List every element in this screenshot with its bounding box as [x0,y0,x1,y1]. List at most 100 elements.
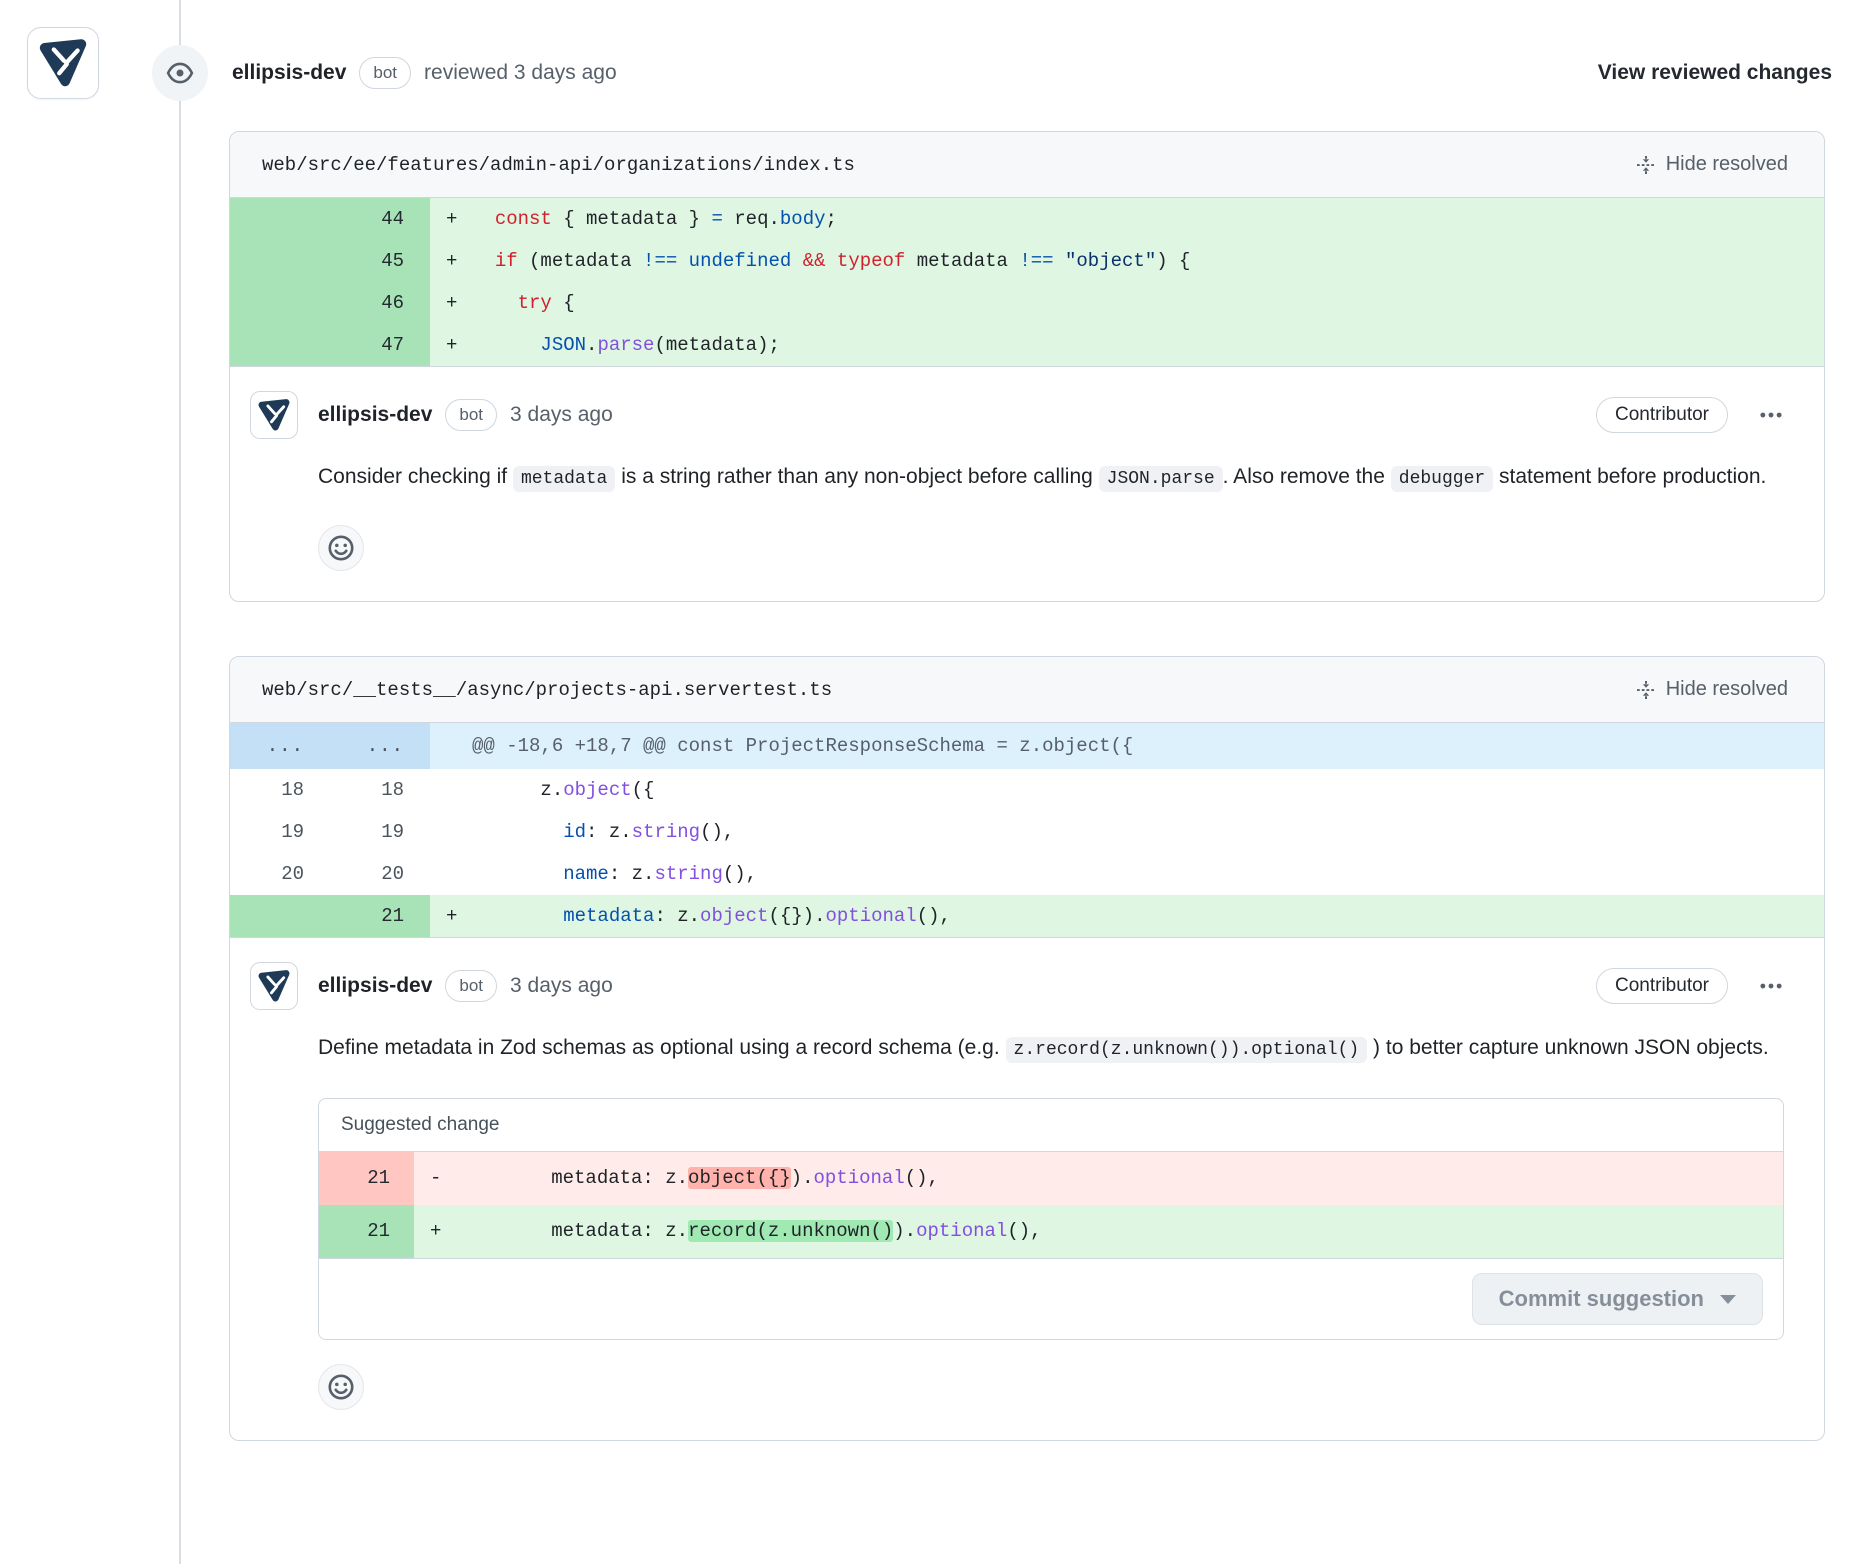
old-line-number: 18 [230,769,330,811]
diff-line: 45+ if (metadata !== undefined && typeof… [230,240,1824,282]
add-reaction-button[interactable] [318,1364,364,1410]
bot-badge: bot [445,970,497,1002]
suggested-change-diff: 21- metadata: z.object({}).optional(),21… [319,1152,1783,1258]
kebab-icon [1758,973,1784,999]
comment-header: ellipsis-dev bot 3 days ago Contributor [318,391,1784,439]
review-comment: ellipsis-dev bot 3 days ago Contributor … [230,367,1824,601]
code-token [472,863,563,885]
kebab-icon [1758,402,1784,428]
code-token: : z. [654,905,700,927]
comment-author-avatar[interactable] [250,391,298,439]
bot-badge: bot [359,57,411,89]
code-token: = [711,208,722,230]
code-token: metadata [905,250,1019,272]
comment-author-avatar[interactable] [250,962,298,1010]
inline-code: JSON.parse [1099,466,1223,492]
code-token [677,250,688,272]
code-line: metadata: z.object({}).optional(), [460,1152,1783,1205]
diff-view: ......@@ -18,6 +18,7 @@ const ProjectRes… [230,723,1824,938]
diff-line: ......@@ -18,6 +18,7 @@ const ProjectRes… [230,723,1824,769]
comment-timestamp[interactable]: 3 days ago [510,974,613,998]
inline-code: metadata [513,466,615,492]
add-reaction-button[interactable] [318,525,364,571]
code-token: undefined [689,250,792,272]
code-token: ) { [1156,250,1190,272]
diff-view: 44+ const { metadata } = req.body;45+ if… [230,198,1824,367]
reviewer-avatar[interactable] [27,27,99,99]
ellipsis-logo-icon [256,397,292,433]
old-line-number [230,198,330,240]
code-token: typeof [837,250,905,272]
code-token: (), [917,905,951,927]
inline-code: z.record(z.unknown()).optional() [1006,1037,1368,1063]
commit-suggestion-label: Commit suggestion [1499,1286,1704,1312]
file-header: web/src/ee/features/admin-api/organizati… [230,132,1824,198]
diff-line: 1919 id: z.string(), [230,811,1824,853]
code-token: (), [905,1167,939,1189]
fold-icon [1636,155,1656,175]
smiley-icon [327,534,355,562]
code-token: parse [597,334,654,356]
diff-sign: - [414,1152,460,1205]
view-reviewed-changes-link[interactable]: View reviewed changes [1598,61,1832,85]
suggested-change-block: Suggested change 21- metadata: z.object(… [318,1098,1784,1340]
caret-down-icon [1720,1295,1736,1304]
new-line-number: 19 [330,811,430,853]
comment-options-button[interactable] [1758,973,1784,999]
code-line: const { metadata } = req.body; [472,198,1824,240]
code-token: && [803,250,826,272]
hide-resolved-label: Hide resolved [1666,678,1788,701]
old-line-number [230,240,330,282]
inline-code: debugger [1391,466,1493,492]
diff-sign: + [430,240,472,282]
comment-body: Define metadata in Zod schemas as option… [318,1026,1784,1072]
code-line: z.object({ [472,769,1824,811]
code-token: string [632,821,700,843]
comment-main: ellipsis-dev bot 3 days ago Contributor … [318,391,1784,571]
old-line-number: 19 [230,811,330,853]
diff-sign [430,811,472,853]
code-token: object [700,905,768,927]
code-token: (), [700,821,734,843]
diff-line: 47+ JSON.parse(metadata); [230,324,1824,366]
code-token: metadata: z. [460,1220,688,1242]
fold-icon [1636,680,1656,700]
code-token: ({}). [768,905,825,927]
review-thread-card: web/src/ee/features/admin-api/organizati… [229,131,1825,602]
review-event-header: ellipsis-dev bot reviewed 3 days ago Vie… [232,45,1832,101]
new-line-number: ... [330,723,430,769]
code-token: optional [813,1167,904,1189]
code-token: optional [916,1220,1007,1242]
code-token: (), [1007,1220,1041,1242]
new-line-number: 46 [330,282,430,324]
ellipsis-logo-icon [256,968,292,1004]
code-token: object({} [688,1167,791,1189]
code-token: record(z.unknown() [688,1220,893,1242]
diff-sign: + [430,324,472,366]
comment-timestamp[interactable]: 3 days ago [510,403,613,427]
old-line-number: ... [230,723,330,769]
diff-line: 21+ metadata: z.object({}).optional(), [230,895,1824,937]
new-line-number: 45 [330,240,430,282]
commit-suggestion-button[interactable]: Commit suggestion [1472,1273,1763,1325]
file-path-link[interactable]: web/src/ee/features/admin-api/organizati… [262,154,855,176]
code-token: ; [826,208,837,230]
comment-author-name[interactable]: ellipsis-dev [318,974,432,998]
review-thread-card: web/src/__tests__/async/projects-api.ser… [229,656,1825,1441]
code-line: metadata: z.record(z.unknown()).optional… [460,1205,1783,1258]
code-token: { [552,292,575,314]
comment-options-button[interactable] [1758,402,1784,428]
reviewer-name[interactable]: ellipsis-dev [232,61,346,85]
hide-resolved-button[interactable]: Hide resolved [1636,678,1788,701]
bot-badge: bot [445,399,497,431]
file-path-link[interactable]: web/src/__tests__/async/projects-api.ser… [262,679,832,701]
diff-sign: + [414,1205,460,1258]
suggested-change-footer: Commit suggestion [319,1258,1783,1339]
comment-author-name[interactable]: ellipsis-dev [318,403,432,427]
review-action-text: reviewed 3 days ago [424,61,617,85]
hide-resolved-button[interactable]: Hide resolved [1636,153,1788,176]
code-line: try { [472,282,1824,324]
code-token: req. [723,208,780,230]
code-token [791,250,802,272]
old-line-number [230,282,330,324]
